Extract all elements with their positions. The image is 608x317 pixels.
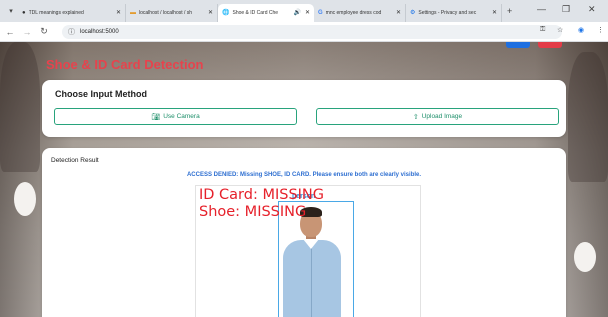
shoe-missing-overlay: Shoe: MISSING: [199, 204, 307, 220]
background-photo: [14, 182, 36, 216]
input-method-card: Choose Input Method 📷︎ Use Camera ⇧ Uplo…: [42, 80, 566, 137]
header-red-button[interactable]: [538, 42, 562, 48]
browser-tab-tdl[interactable]: ● TDL meanings explained ✕: [18, 3, 126, 22]
tab-close-icon[interactable]: ✕: [116, 9, 121, 16]
use-camera-button[interactable]: 📷︎ Use Camera: [54, 108, 297, 125]
tab-title: localhost / localhost / sh: [139, 9, 193, 16]
access-denied-message: ACCESS DENIED: Missing SHOE, ID CARD. Pl…: [186, 172, 422, 178]
detection-result-label: Detection Result: [51, 157, 99, 164]
tab-title: Settings - Privacy and sec: [418, 9, 477, 16]
use-camera-label: Use Camera: [163, 113, 200, 120]
tab-favicon-icon: ●: [22, 9, 26, 16]
tab-title: mnc employee dress cod: [325, 9, 382, 16]
tab-close-icon[interactable]: ✕: [208, 9, 213, 16]
kebab-menu-icon[interactable]: ⋮: [597, 26, 604, 34]
profile-icon[interactable]: ◉: [578, 26, 584, 34]
upload-image-button[interactable]: ⇧ Upload Image: [316, 108, 559, 125]
background-photo: [574, 242, 596, 272]
address-bar-url: localhost:5000: [80, 29, 119, 35]
upload-image-label: Upload Image: [421, 113, 463, 120]
tab-favicon-gear-icon: ⚙: [410, 10, 416, 16]
tab-audio-icon[interactable]: 🔊: [293, 9, 300, 16]
browser-tab-localhost-phpmyadmin[interactable]: ▬ localhost / localhost / sh ✕: [126, 3, 218, 22]
new-tab-plus-icon[interactable]: +: [507, 6, 512, 16]
id-card-missing-overlay: ID Card: MISSING: [199, 187, 325, 203]
reload-icon[interactable]: ↻: [37, 26, 51, 37]
tab-close-icon[interactable]: ✕: [492, 9, 497, 16]
tab-close-icon[interactable]: ✕: [396, 9, 401, 16]
upload-icon: ⇧: [412, 113, 419, 121]
tab-favicon-globe-icon: 🌐: [222, 10, 230, 16]
address-bar[interactable]: ⓘ localhost:5000: [62, 25, 562, 39]
tab-close-icon[interactable]: ✕: [305, 9, 310, 16]
browser-tab-settings[interactable]: ⚙ Settings - Privacy and sec ✕: [406, 3, 502, 22]
forward-arrow-icon[interactable]: →: [20, 27, 34, 37]
tab-favicon-icon: ▬: [130, 9, 136, 16]
page-viewport: Shoe & ID Card Detection Choose Input Me…: [0, 42, 608, 317]
tab-favicon-google-icon: G: [318, 9, 323, 16]
key-icon[interactable]: ⚿: [540, 26, 545, 34]
back-arrow-icon[interactable]: ←: [3, 27, 17, 37]
tab-title: Shoe & ID Card Che: [232, 9, 279, 16]
input-method-title: Choose Input Method: [55, 89, 147, 99]
browser-toolbar: ← → ↻ ⓘ localhost:5000 ⚿ ☆ ◉ ⋮: [0, 22, 608, 42]
browser-tab-dress-code[interactable]: G mnc employee dress cod ✕: [314, 3, 406, 22]
browser-tab-strip: ▾ ● TDL meanings explained ✕ ▬ localhost…: [0, 0, 608, 22]
header-blue-button[interactable]: [506, 42, 530, 48]
camera-icon: 📷︎: [151, 113, 161, 121]
tab-title: TDL meanings explained: [28, 9, 84, 16]
bookmark-star-icon[interactable]: ☆: [557, 26, 563, 34]
minimize-icon[interactable]: —: [537, 4, 546, 14]
close-window-icon[interactable]: ✕: [588, 4, 596, 15]
background-photo: [0, 42, 40, 172]
page-title: Shoe & ID Card Detection: [46, 57, 204, 72]
detection-image: person ID Card: MISSING Shoe: MISSING: [195, 185, 421, 317]
background-photo: [568, 52, 608, 182]
tab-search-chevron-down-icon[interactable]: ▾: [4, 4, 18, 18]
restore-icon[interactable]: ❐: [562, 4, 570, 15]
browser-tab-shoe-id-card[interactable]: 🌐 Shoe & ID Card Che 🔊 ✕: [218, 3, 314, 22]
site-info-icon[interactable]: ⓘ: [68, 27, 75, 37]
detection-result-card: Detection Result ACCESS DENIED: Missing …: [42, 148, 566, 317]
